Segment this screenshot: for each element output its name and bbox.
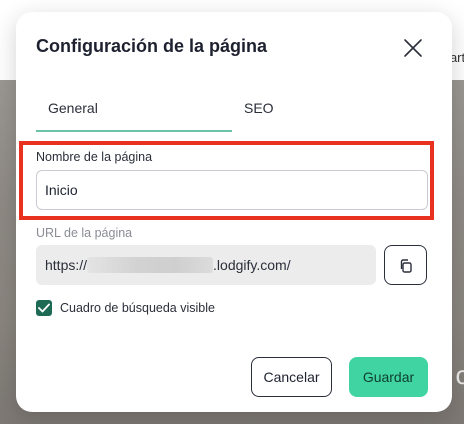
page-name-input[interactable]: Inicio	[36, 170, 428, 210]
page-url-field: https:// .lodgify.com/	[36, 245, 376, 285]
page-url-suffix: .lodgify.com/	[213, 257, 291, 273]
close-icon	[404, 39, 422, 57]
background-hero-text: o	[455, 360, 464, 390]
checkmark-icon	[38, 303, 50, 313]
page-url-prefix: https://	[45, 257, 88, 273]
cancel-button[interactable]: Cancelar	[251, 357, 332, 397]
copy-icon	[400, 259, 412, 273]
redacted-subdomain	[87, 257, 214, 273]
tab-general-label: General	[48, 100, 98, 116]
save-button[interactable]: Guardar	[349, 357, 428, 397]
tab-bar: General SEO	[36, 100, 432, 132]
tab-seo[interactable]: SEO	[244, 100, 432, 132]
tab-seo-label: SEO	[244, 100, 274, 116]
page-name-label: Nombre de la página	[36, 150, 153, 164]
search-visible-label: Cuadro de búsqueda visible	[60, 301, 215, 315]
background-nav-text: arti	[449, 50, 464, 65]
page-settings-dialog: Configuración de la página General SEO N…	[16, 12, 452, 412]
copy-url-button[interactable]	[384, 245, 427, 285]
close-button[interactable]	[402, 37, 424, 59]
dialog-title: Configuración de la página	[36, 36, 268, 56]
tab-general[interactable]: General	[36, 100, 232, 132]
search-visible-checkbox[interactable]	[36, 300, 52, 316]
page-url-label: URL de la página	[36, 226, 133, 240]
